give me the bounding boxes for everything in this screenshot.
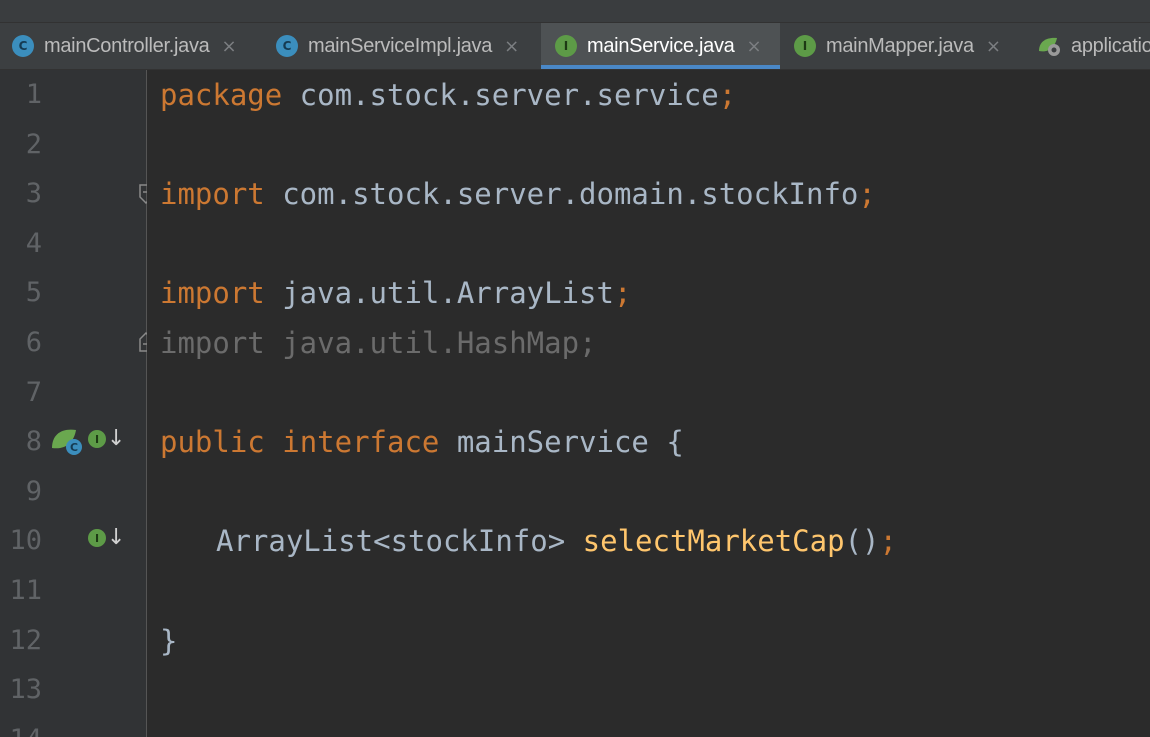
parens: (): [844, 524, 880, 558]
keyword: import: [160, 276, 265, 310]
method-name: selectMarketCap: [582, 524, 845, 558]
interface-icon: I: [555, 35, 577, 57]
ide-window: C mainController.java × C mainServiceImp…: [0, 0, 1150, 737]
keyword: package: [160, 78, 283, 112]
semicolon: ;: [858, 177, 876, 211]
class-glyph: C: [70, 441, 78, 454]
tab-label: applicatio: [1071, 34, 1150, 57]
code-line-10: ArrayList<stockInfo> selectMarketCap();: [216, 516, 897, 566]
keyword: import: [160, 326, 265, 360]
tab-main-mapper[interactable]: I mainMapper.java ×: [782, 23, 1025, 69]
close-icon[interactable]: ×: [986, 36, 1001, 57]
code-line-1: package com.stock.server.service;: [160, 70, 736, 120]
interface-declaration: mainService {: [439, 425, 684, 459]
keyword: interface: [282, 425, 440, 459]
tab-application[interactable]: applicatio: [1027, 23, 1150, 69]
arrow-down-icon: ↓: [107, 525, 126, 550]
spring-bean-icon: C: [52, 429, 82, 455]
line-number: 8: [25, 426, 42, 457]
editor-gutter: 1 2 3 4 5 6 7 8 9 10 11 12 13 14 C I ↓ I…: [0, 70, 147, 737]
tab-label: mainServiceImpl.java: [308, 34, 493, 57]
line-number: 1: [25, 79, 42, 110]
tab-label: mainMapper.java: [826, 34, 974, 57]
class-icon: C: [276, 35, 298, 57]
semicolon: ;: [579, 326, 597, 360]
line-number: 9: [25, 476, 42, 507]
tab-main-controller[interactable]: C mainController.java ×: [0, 23, 262, 69]
title-bar: [0, 0, 1150, 23]
semicolon: ;: [613, 276, 632, 310]
code-line-6-unused-import: import java.util.HashMap;: [160, 318, 597, 368]
import-path: java.util.ArrayList: [264, 276, 614, 310]
implementations-gutter-icon[interactable]: C: [50, 426, 84, 458]
line-number: 11: [9, 575, 42, 606]
line-number: 10: [9, 525, 42, 556]
arrow-down-icon: ↓: [107, 426, 126, 451]
interface-icon: I: [794, 35, 816, 57]
package-name: com.stock.server.service: [282, 78, 719, 112]
tab-main-service[interactable]: I mainService.java ×: [541, 23, 780, 69]
line-number: 12: [9, 625, 42, 656]
semicolon: ;: [718, 78, 737, 112]
tab-label: mainController.java: [44, 34, 210, 57]
code-line-8: public interface mainService {: [160, 417, 684, 467]
line-number: 13: [9, 674, 42, 705]
code-line-12: }: [160, 616, 177, 666]
close-icon[interactable]: ×: [747, 36, 762, 57]
line-number: 2: [25, 129, 42, 160]
interface-icon: I: [88, 529, 106, 547]
semicolon: ;: [879, 524, 897, 558]
line-number: 5: [25, 277, 42, 308]
close-icon[interactable]: ×: [222, 36, 237, 57]
line-number: 4: [25, 228, 42, 259]
tab-label: mainService.java: [587, 34, 735, 57]
tab-main-service-impl[interactable]: C mainServiceImpl.java ×: [264, 23, 540, 69]
line-number: 14: [0, 715, 42, 737]
line-number: 7: [25, 377, 42, 408]
closing-brace: }: [160, 624, 178, 658]
code-line-5: import java.util.ArrayList;: [160, 268, 631, 318]
keyword: import: [160, 177, 265, 211]
spring-config-icon: [1037, 35, 1063, 57]
code-editor[interactable]: package com.stock.server.service; import…: [147, 70, 1150, 737]
code-line-3: import com.stock.server.domain.stockInfo…: [160, 169, 876, 219]
line-number: 3: [25, 178, 42, 209]
editor-tab-bar: C mainController.java × C mainServiceImp…: [0, 23, 1150, 70]
implemented-by-icon[interactable]: I ↓: [88, 527, 125, 549]
implemented-by-icon[interactable]: I ↓: [88, 428, 125, 450]
keyword: public: [160, 425, 265, 459]
line-number: 6: [25, 327, 42, 358]
import-path: java.util.HashMap: [264, 326, 580, 360]
close-icon[interactable]: ×: [504, 36, 519, 57]
class-icon: C: [12, 35, 34, 57]
import-path: com.stock.server.domain.stockInfo: [264, 177, 859, 211]
return-type: ArrayList<stockInfo>: [216, 524, 583, 558]
interface-icon: I: [88, 430, 106, 448]
